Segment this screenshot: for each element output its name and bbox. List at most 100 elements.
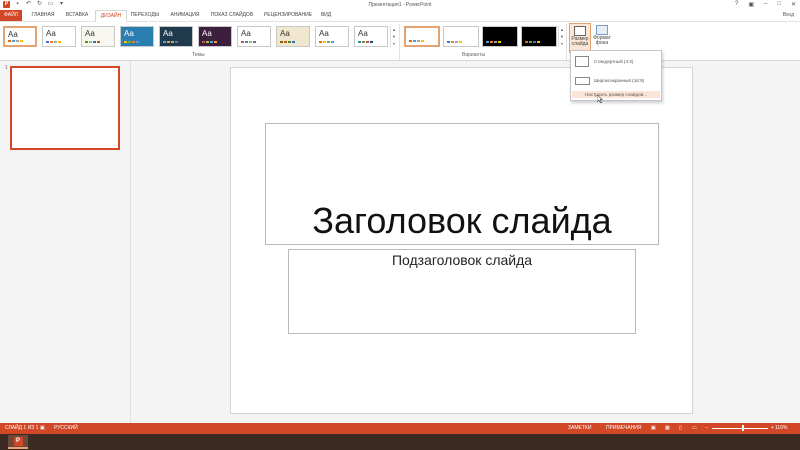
widescreen-ratio-icon	[575, 77, 590, 85]
slide-size-widescreen-option[interactable]: Широкоэкранный (16:9)	[571, 71, 661, 90]
tab-animations[interactable]: АНИМАЦИЯ	[166, 10, 204, 21]
comments-button[interactable]: ПРИМЕЧАНИЯ	[606, 423, 642, 434]
theme-color-swatches	[319, 41, 334, 43]
variant-color-swatches	[486, 41, 501, 43]
theme-color-swatches	[163, 41, 178, 43]
theme-color-swatches	[358, 41, 373, 43]
variant-color-swatches	[447, 41, 462, 43]
subtitle-placeholder[interactable]: Подзаголовок слайда	[288, 249, 636, 334]
ribbon-tabs: ФАЙЛ ГЛАВНАЯ ВСТАВКА ДИЗАЙН ПЕРЕХОДЫ АНИ…	[0, 10, 800, 22]
themes-gallery-scroll[interactable]: ▲ ▼ ▾	[390, 26, 397, 47]
format-background-icon	[596, 25, 608, 35]
spellcheck-icon[interactable]: ▣	[40, 423, 45, 434]
theme-thumbnail[interactable]: Aa	[81, 26, 115, 47]
theme-sample-text: Aa	[85, 29, 95, 38]
slide-size-widescreen-label: Широкоэкранный (16:9)	[594, 78, 645, 83]
normal-view-icon[interactable]: ▣	[651, 423, 656, 434]
theme-color-swatches	[280, 41, 295, 43]
variant-thumbnail[interactable]	[482, 26, 518, 47]
variant-thumbnail[interactable]	[521, 26, 557, 47]
status-bar: СЛАЙД 1 ИЗ 1 ▣ РУССКИЙ ЗАМЕТКИ ПРИМЕЧАНИ…	[0, 423, 800, 434]
slide-size-button[interactable]: Размер слайда	[569, 23, 591, 53]
gallery-more-icon[interactable]: ▾	[391, 40, 397, 47]
theme-sample-text: Aa	[280, 29, 290, 38]
theme-color-swatches	[85, 41, 100, 43]
gallery-up-icon[interactable]: ▲	[391, 26, 397, 33]
theme-thumbnail[interactable]: Aa	[42, 26, 76, 47]
tab-home[interactable]: ГЛАВНАЯ	[27, 10, 59, 21]
slide-thumbnail[interactable]	[10, 66, 120, 150]
theme-sample-text: Aa	[163, 29, 173, 38]
powerpoint-taskbar-icon: P	[13, 437, 23, 446]
slide-size-menu: Стандартный (4:3) Широкоэкранный (16:9) …	[570, 50, 662, 101]
slide-show-icon[interactable]: ▭	[692, 423, 697, 434]
theme-thumbnail[interactable]: Aa	[237, 26, 271, 47]
slide-title-text: Заголовок слайда	[312, 200, 612, 241]
theme-thumbnail[interactable]: Aa	[120, 26, 154, 47]
zoom-in-icon[interactable]: +	[771, 423, 774, 434]
zoom-out-icon[interactable]: −	[705, 423, 708, 434]
window-controls: ? ▣ – □ ✕	[735, 1, 796, 8]
theme-color-swatches	[241, 41, 256, 43]
standard-ratio-icon	[575, 56, 589, 67]
custom-slide-size-option[interactable]: Настроить размер слайдов...	[572, 91, 660, 98]
mouse-cursor-icon	[597, 95, 603, 103]
zoom-slider[interactable]	[712, 428, 768, 429]
zoom-slider-thumb[interactable]	[742, 425, 744, 431]
taskbar: P	[0, 434, 800, 450]
slide-thumbnail-number: 1	[5, 65, 8, 71]
close-icon[interactable]: ✕	[791, 1, 796, 8]
notes-button[interactable]: ЗАМЕТКИ	[568, 423, 591, 434]
slide-sorter-icon[interactable]: ▦	[665, 423, 670, 434]
title-bar: P ▪ ↶ ↻ ▭ ▾ Презентация1 - PowerPoint ? …	[0, 0, 800, 10]
window-title: Презентация1 - PowerPoint	[368, 2, 432, 8]
tab-transitions[interactable]: ПЕРЕХОДЫ	[128, 10, 162, 21]
slide-counter: СЛАЙД 1 ИЗ 1	[5, 425, 39, 431]
group-separator	[566, 24, 567, 60]
theme-thumbnail[interactable]: Aa	[159, 26, 193, 47]
theme-sample-text: Aa	[241, 29, 251, 38]
taskbar-powerpoint-button[interactable]: P	[8, 435, 28, 449]
help-icon[interactable]: ?	[735, 1, 738, 8]
format-background-button[interactable]: Формат фона	[592, 23, 612, 53]
theme-sample-text: Aa	[202, 29, 212, 38]
theme-thumbnail[interactable]: Aa	[198, 26, 232, 47]
theme-sample-text: Aa	[8, 30, 18, 39]
maximize-icon[interactable]: □	[777, 1, 781, 8]
ribbon-display-icon[interactable]: ▣	[748, 1, 754, 8]
theme-thumbnail[interactable]: Aa	[354, 26, 388, 47]
slide-size-icon	[574, 26, 586, 36]
theme-sample-text: Aa	[46, 29, 56, 38]
gallery-down-icon[interactable]: ▼	[391, 33, 397, 40]
variant-thumbnail[interactable]	[443, 26, 479, 47]
theme-color-swatches	[202, 41, 217, 43]
slide-subtitle-text: Подзаголовок слайда	[391, 252, 533, 268]
variant-color-swatches	[409, 40, 424, 42]
variants-gallery-scroll[interactable]: ▲ ▼ ▾	[558, 26, 565, 47]
slide-size-standard-label: Стандартный (4:3)	[594, 59, 634, 64]
minimize-icon[interactable]: –	[764, 1, 767, 8]
sign-in-link[interactable]: Вход	[783, 10, 794, 21]
theme-color-swatches	[46, 41, 61, 43]
title-placeholder[interactable]: Заголовок слайда	[265, 123, 659, 245]
variants-down-icon[interactable]: ▼	[559, 33, 565, 40]
tab-file[interactable]: ФАЙЛ	[0, 10, 22, 21]
theme-thumbnail[interactable]: Aa	[315, 26, 349, 47]
tab-design[interactable]: ДИЗАЙН	[95, 10, 127, 22]
slide-size-standard-option[interactable]: Стандартный (4:3)	[571, 52, 661, 71]
reading-view-icon[interactable]: ▯	[679, 423, 682, 434]
variant-thumbnail[interactable]	[404, 26, 440, 47]
tab-slide-show[interactable]: ПОКАЗ СЛАЙДОВ	[208, 10, 256, 21]
theme-thumbnail[interactable]: Aa	[3, 26, 37, 47]
theme-sample-text: Aa	[124, 29, 134, 38]
variants-more-icon[interactable]: ▾	[559, 40, 565, 47]
tab-insert[interactable]: ВСТАВКА	[62, 10, 92, 21]
theme-color-swatches	[124, 41, 139, 43]
tab-review[interactable]: РЕЦЕНЗИРОВАНИЕ	[260, 10, 316, 21]
theme-sample-text: Aa	[358, 29, 368, 38]
zoom-level[interactable]: 116%	[775, 423, 787, 434]
variants-up-icon[interactable]: ▲	[559, 26, 565, 33]
tab-view[interactable]: ВИД	[319, 10, 333, 21]
language-indicator[interactable]: РУССКИЙ	[54, 423, 78, 434]
theme-thumbnail[interactable]: Aa	[276, 26, 310, 47]
